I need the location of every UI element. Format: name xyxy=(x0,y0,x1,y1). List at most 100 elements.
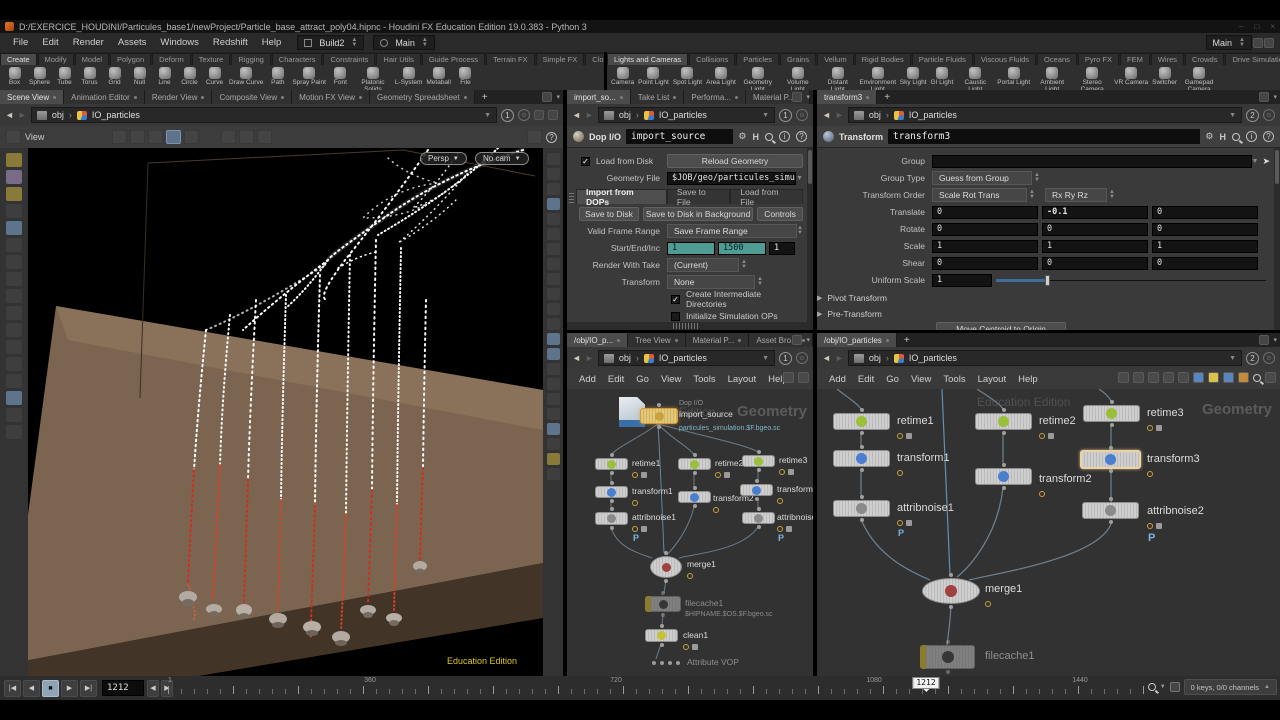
display-set-icon[interactable] xyxy=(548,110,558,120)
houdini-handles-icon[interactable]: H xyxy=(753,132,760,142)
group-display-icon[interactable] xyxy=(547,333,560,345)
close-button[interactable]: × xyxy=(1270,22,1275,31)
take-dropdown[interactable]: (Current) xyxy=(667,258,739,272)
menu-item[interactable]: Windows xyxy=(153,35,206,50)
pane-tab[interactable]: + xyxy=(897,333,917,347)
pane-menu-icon[interactable]: ▾ xyxy=(1273,336,1277,344)
scale-icon[interactable] xyxy=(6,272,22,286)
link-badge[interactable]: 1 xyxy=(779,109,792,122)
shear-x-field[interactable]: 0 xyxy=(932,257,1038,270)
node-transform3[interactable] xyxy=(740,484,773,496)
shelf-tool[interactable]: Stereo Camera xyxy=(1072,66,1112,90)
network-menu-item[interactable]: Tools xyxy=(937,372,971,387)
shelf-tab[interactable]: Drive Simulation xyxy=(1225,53,1280,65)
node-attribnoise1[interactable] xyxy=(595,512,628,525)
rotate-y-field[interactable]: 0 xyxy=(1042,223,1148,236)
network-menu-item[interactable]: Layout xyxy=(972,372,1013,387)
menu-item[interactable]: Redshift xyxy=(206,35,255,50)
shelf-tool[interactable]: L-System xyxy=(393,66,424,88)
select-arrow-icon[interactable] xyxy=(6,204,22,218)
path-field[interactable]: obj › IO_particles ▼ xyxy=(31,107,497,123)
transform-dropdown[interactable]: None xyxy=(667,275,755,289)
network-mid-graph[interactable]: Education Edition Geometry Dop I/O impor… xyxy=(567,389,813,676)
camera-button[interactable]: No cam▼ xyxy=(475,152,529,165)
shelf-tool[interactable]: Curve xyxy=(202,66,227,88)
path-field[interactable]: obj › IO_particles ▼ xyxy=(848,350,1242,366)
controls-button[interactable]: Controls xyxy=(757,207,803,221)
jump-start-button[interactable]: |◀ xyxy=(4,680,21,697)
forward-icon[interactable]: ► xyxy=(585,110,594,120)
pre-transform-collapse[interactable]: ▶Pre-Transform xyxy=(817,309,1270,319)
network-menu-item[interactable]: Edit xyxy=(852,372,880,387)
pin-icon[interactable] xyxy=(796,352,808,364)
pane-tab[interactable]: + xyxy=(475,90,495,104)
shelf-tool[interactable]: Null xyxy=(127,66,152,88)
shelf-tab[interactable]: Oceans xyxy=(1037,53,1077,65)
point-num-icon[interactable] xyxy=(547,288,560,300)
pose-tool-icon[interactable] xyxy=(166,130,181,144)
link-badge[interactable]: 1 xyxy=(779,352,792,365)
dependency-icon[interactable] xyxy=(1238,372,1249,383)
timeline-zoom-icon[interactable] xyxy=(1148,683,1156,691)
shelf-tab[interactable]: Lights and Cameras xyxy=(607,53,688,65)
shelf-tool[interactable]: Draw Curve xyxy=(227,66,265,88)
shelf-tab[interactable]: Characters xyxy=(272,53,323,65)
pane-tab[interactable]: /obj/IO_p... xyxy=(567,333,628,347)
view-geo-icon[interactable] xyxy=(547,168,560,180)
node-retime2[interactable] xyxy=(975,413,1032,430)
node-transform1[interactable] xyxy=(595,486,628,498)
keys-channels-button[interactable]: 0 keys, 0/0 channels▲ xyxy=(1184,679,1277,695)
tab-close-icon[interactable] xyxy=(201,96,204,99)
forward-icon[interactable]: ► xyxy=(835,110,844,120)
pane-maximize-icon[interactable] xyxy=(792,92,802,102)
shelf-tool[interactable]: VR Camera xyxy=(1112,66,1150,88)
view-construction-icon[interactable] xyxy=(6,187,22,201)
load-from-disk-checkbox[interactable]: ✓ xyxy=(581,157,590,166)
shelf-config-icon[interactable] xyxy=(1253,38,1263,48)
shelf-tool[interactable]: Caustic Light xyxy=(955,66,995,90)
network-right-graph[interactable]: Education Edition Geometry retime1 trans… xyxy=(817,389,1280,676)
render-settings-icon[interactable] xyxy=(257,130,272,144)
pose-icon[interactable] xyxy=(6,289,22,303)
shelf-tool[interactable]: Environment Light xyxy=(858,66,898,90)
timeline-ruler[interactable]: 1 360 720 1080 1440 1212 xyxy=(168,676,1148,700)
playhead[interactable]: 1212 xyxy=(912,677,939,689)
node-attribnoise2[interactable] xyxy=(1082,502,1139,519)
tab-close-icon[interactable] xyxy=(53,96,56,99)
geometry-file-field[interactable]: $JOB/geo/particules_simul xyxy=(667,172,796,185)
flipbook-icon[interactable] xyxy=(6,425,22,439)
node-attribnoise1[interactable] xyxy=(833,500,890,517)
folder-tab-load[interactable]: Load from File xyxy=(730,189,803,204)
view-obj-icon[interactable] xyxy=(547,153,560,165)
shelf-tab[interactable]: Polygon xyxy=(110,53,151,65)
pin-icon[interactable] xyxy=(518,109,530,121)
overview-camera-icon[interactable] xyxy=(1265,372,1276,383)
snap-tool-icon[interactable] xyxy=(184,130,199,144)
rotate-icon[interactable] xyxy=(6,255,22,269)
node-import-source[interactable] xyxy=(640,408,678,424)
align-icon[interactable] xyxy=(1178,372,1189,383)
shelf-tool[interactable]: Area Light xyxy=(704,66,738,88)
render-flag[interactable] xyxy=(920,645,926,669)
shelf-tool[interactable]: Sky Light xyxy=(898,66,929,88)
view-mode-icon[interactable] xyxy=(6,130,21,144)
help-icon[interactable]: ? xyxy=(796,131,807,142)
lights-view-icon[interactable] xyxy=(547,213,560,225)
shelf-tool[interactable]: Torus xyxy=(77,66,102,88)
tab-close-icon[interactable] xyxy=(673,96,676,99)
shelf-tool[interactable]: Metaball xyxy=(424,66,453,88)
snapshot-view-icon[interactable] xyxy=(547,468,560,480)
pane-maximize-icon[interactable] xyxy=(542,92,552,102)
vertical-scrollbar[interactable] xyxy=(807,148,813,330)
move-centroid-button[interactable]: Move Centroid to Origin xyxy=(936,322,1066,330)
network-menu-item[interactable]: Help xyxy=(1012,372,1044,387)
persp-view-icon[interactable] xyxy=(547,198,560,210)
magnet1-icon[interactable] xyxy=(6,340,22,354)
shelf-tool[interactable]: Grid xyxy=(102,66,127,88)
shelf-tool[interactable]: Point Light xyxy=(636,66,671,88)
image-bg-icon[interactable] xyxy=(1193,372,1204,383)
play-button[interactable]: ▶ xyxy=(61,680,78,697)
pane-tab[interactable]: import_so... xyxy=(567,90,631,104)
shelf-tool[interactable]: File xyxy=(453,66,478,88)
translate-z-field[interactable]: 0 xyxy=(1152,206,1258,219)
